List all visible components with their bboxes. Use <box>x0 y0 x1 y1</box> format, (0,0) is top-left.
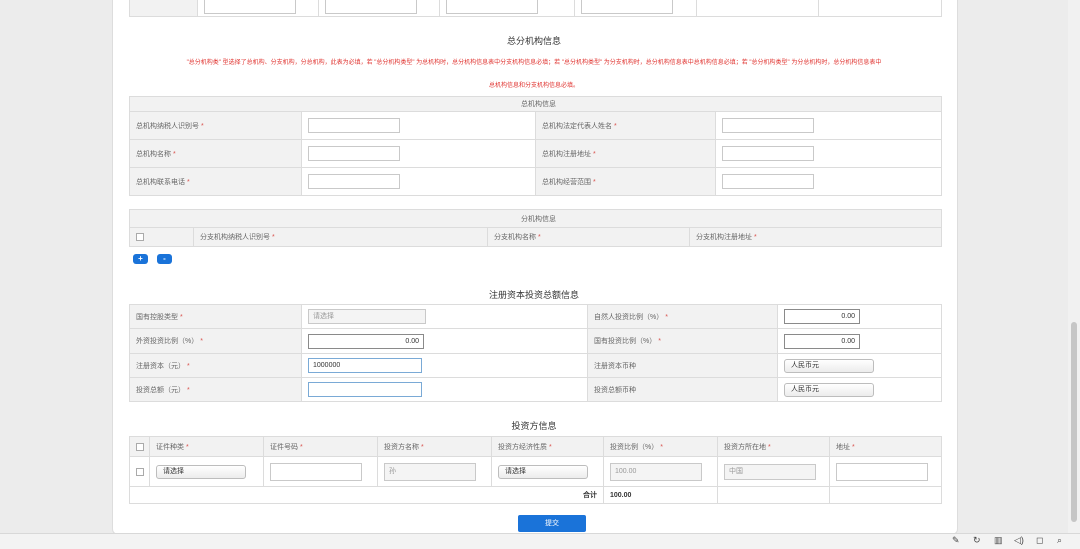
state-ratio-label: 国有投资比例（%） * <box>587 328 778 354</box>
investor-select-all-checkbox[interactable] <box>136 442 144 451</box>
address-input[interactable] <box>836 462 928 481</box>
hq-warning-line1: "总分机构类" 型选择了总机构、分支机构，分总机构，此表为必填，若 "总分机构类… <box>186 60 882 66</box>
hq-phone-input[interactable] <box>308 174 400 189</box>
trash-icon[interactable]: ▥ <box>994 535 1003 546</box>
foreign-ratio-input[interactable]: 0.00 <box>308 333 424 349</box>
table-row: 请选择 孙 请选择 100.00 中国 <box>129 456 942 487</box>
investor-table: 证件种类 * 证件号码 * 投资方名称 * 投资方经济性质 * 投资比例（%） * 投资方… <box>129 436 942 504</box>
investor-location-select[interactable]: 中国 <box>724 463 816 480</box>
hq-address-label: 总机构注册地址 * <box>535 139 716 168</box>
id-number-input[interactable] <box>270 462 362 481</box>
partial-input-4[interactable] <box>581 0 673 14</box>
hq-legal-rep-input[interactable] <box>722 118 814 133</box>
investor-row-checkbox[interactable] <box>136 467 144 476</box>
total-input[interactable] <box>308 382 422 397</box>
branch-select-all-checkbox[interactable] <box>136 233 144 241</box>
submit-button[interactable]: 提交 <box>518 515 586 532</box>
hq-taxpayer-id-input[interactable] <box>308 118 400 133</box>
hq-taxpayer-id-label: 总机构纳税人识别号 * <box>129 111 302 140</box>
branch-col-address: 分支机构注册地址 * <box>689 227 942 247</box>
refresh-icon[interactable]: ↻ <box>973 535 981 546</box>
branch-info-table: 分机构信息 分支机构纳税人识别号 * 分支机构名称 * 分支机构注册地址 * <box>129 209 942 247</box>
hq-name-label: 总机构名称 * <box>129 139 302 168</box>
taskbar: ✎ ↻ ▥ ◁) ◻ ⌕ <box>0 533 1080 549</box>
hq-section-title: 总分机构信息 <box>506 36 561 46</box>
total-row-label: 合计 <box>129 486 604 504</box>
col-address: 地址 * <box>829 436 942 457</box>
hq-warning-line2: 总机构信息和分支机构信息必填。 <box>488 83 579 89</box>
capital-currency-label: 注册资本币种 <box>587 353 778 378</box>
partial-input-3[interactable] <box>446 0 538 14</box>
hq-info-table: 总机构信息 总机构纳税人识别号 * 总机构法定代表人姓名 * 总机构名称 * 总机构注… <box>129 96 942 196</box>
hq-scope-label: 总机构经营范围 * <box>535 167 716 196</box>
hq-phone-label: 总机构联系电话 * <box>129 167 302 196</box>
total-currency-label: 投资总额币种 <box>587 377 778 402</box>
capital-currency-select[interactable]: 人民币元 <box>784 358 874 373</box>
hq-name-input[interactable] <box>308 146 400 161</box>
col-investment-ratio: 投资比例（%） * <box>603 436 718 457</box>
branch-col-name: 分支机构名称 * <box>487 227 690 247</box>
total-currency-select[interactable]: 人民币元 <box>784 382 874 397</box>
capital-section-title: 注册资本投资总额信息 <box>488 290 579 300</box>
col-id-number: 证件号码 * <box>263 436 378 457</box>
add-branch-button[interactable]: + <box>133 254 148 264</box>
col-investor-location: 投资方所在地 * <box>717 436 830 457</box>
natural-ratio-input[interactable]: 0.00 <box>784 309 860 324</box>
branch-table-title: 分机构信息 <box>129 209 942 228</box>
investor-section-title: 投资方信息 <box>511 421 557 431</box>
partial-input-2[interactable] <box>325 0 417 14</box>
state-ratio-input[interactable]: 0.00 <box>784 333 860 349</box>
page-scrollbar[interactable] <box>1068 0 1080 533</box>
total-row-value: 100.00 <box>603 486 718 504</box>
pen-icon[interactable]: ✎ <box>952 535 960 546</box>
col-id-type: 证件种类 * <box>149 436 264 457</box>
branch-col-taxpayer-id: 分支机构纳税人识别号 * <box>193 227 488 247</box>
capital-info-table: 国有控股类型 * 请选择 自然人投资比例（%） * 0.00 外资投资比例（%） * … <box>129 304 942 402</box>
top-partial-table <box>129 0 942 17</box>
investor-name-input[interactable]: 孙 <box>384 462 476 481</box>
speaker-icon[interactable]: ◁) <box>1014 535 1024 546</box>
remove-branch-button[interactable]: - <box>157 254 172 264</box>
hq-scope-input[interactable] <box>722 174 814 189</box>
scrollbar-thumb[interactable] <box>1071 322 1077 522</box>
investment-ratio-input[interactable]: 100.00 <box>610 462 702 481</box>
partial-input-1[interactable] <box>204 0 296 14</box>
capital-input[interactable]: 1000000 <box>308 358 422 373</box>
window-icon[interactable]: ◻ <box>1036 535 1043 546</box>
col-economic-nature: 投资方经济性质 * <box>491 436 604 457</box>
state-type-select[interactable]: 请选择 <box>308 309 426 324</box>
col-investor-name: 投资方名称 * <box>377 436 492 457</box>
foreign-ratio-label: 外资投资比例（%） * <box>129 328 302 354</box>
capital-label: 注册资本（元） * <box>129 353 302 378</box>
economic-nature-select[interactable]: 请选择 <box>498 464 588 479</box>
natural-ratio-label: 自然人投资比例（%） * <box>587 304 778 329</box>
id-type-select[interactable]: 请选择 <box>156 464 246 479</box>
search-icon[interactable]: ⌕ <box>1057 535 1062 546</box>
hq-table-title: 总机构信息 <box>129 96 942 112</box>
total-label: 投资总额（元） * <box>129 377 302 402</box>
state-type-label: 国有控股类型 * <box>129 304 302 329</box>
hq-address-input[interactable] <box>722 146 814 161</box>
hq-legal-rep-label: 总机构法定代表人姓名 * <box>535 111 716 140</box>
